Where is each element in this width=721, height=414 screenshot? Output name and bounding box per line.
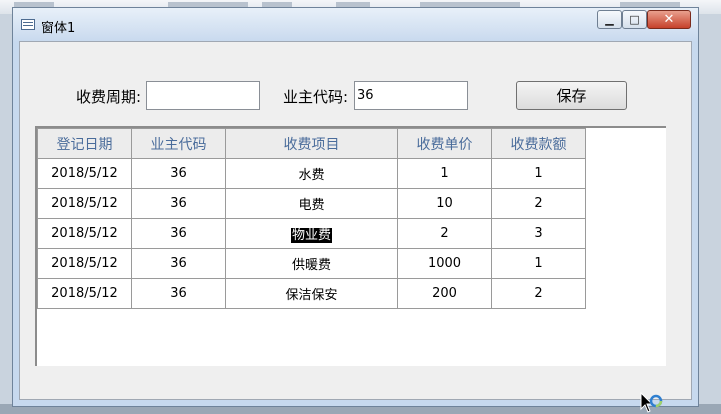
- minimize-button[interactable]: ▁: [597, 10, 622, 29]
- column-header-item[interactable]: 收费项目: [225, 128, 398, 159]
- column-header-date[interactable]: 登记日期: [37, 128, 132, 159]
- period-input[interactable]: [146, 81, 260, 110]
- save-button[interactable]: 保存: [516, 81, 627, 110]
- fee-datasheet[interactable]: 登记日期 业主代码 收费项目 收费单价 收费款额 2018/5/12 36 水费…: [35, 126, 666, 366]
- cell-date[interactable]: 2018/5/12: [37, 158, 132, 189]
- selected-text: 物业费: [290, 228, 332, 243]
- cell-owner-code[interactable]: 36: [131, 218, 226, 249]
- cell-date[interactable]: 2018/5/12: [37, 248, 132, 279]
- owner-code-label: 业主代码:: [283, 88, 349, 106]
- cell-date[interactable]: 2018/5/12: [37, 218, 132, 249]
- cell-amount[interactable]: 1: [491, 158, 586, 189]
- title-bar[interactable]: 窗体1 ▁ □ ✕: [13, 8, 698, 42]
- form-icon: [21, 19, 35, 30]
- cell-amount[interactable]: 2: [491, 278, 586, 309]
- table-header-row: 登记日期 业主代码 收费项目 收费单价 收费款额: [37, 128, 586, 159]
- owner-code-input[interactable]: [354, 81, 468, 110]
- cell-amount[interactable]: 1: [491, 248, 586, 279]
- cell-unit-price[interactable]: 10: [397, 188, 492, 219]
- cell-unit-price[interactable]: 200: [397, 278, 492, 309]
- cell-item-selected[interactable]: 物业费: [225, 218, 398, 249]
- form-window: 窗体1 ▁ □ ✕ 收费周期: 业主代码: 保存 登记日期 业主代码 收费项目: [12, 7, 699, 407]
- cell-amount[interactable]: 2: [491, 188, 586, 219]
- fee-table: 登记日期 业主代码 收费项目 收费单价 收费款额 2018/5/12 36 水费…: [37, 128, 586, 309]
- cell-item[interactable]: 水费: [225, 158, 398, 189]
- busy-cursor-icon: [640, 392, 663, 413]
- maximize-button[interactable]: □: [622, 10, 647, 29]
- maximize-icon: □: [629, 13, 640, 26]
- column-header-unit-price[interactable]: 收费单价: [397, 128, 492, 159]
- table-row[interactable]: 2018/5/12 36 物业费 2 3: [37, 218, 586, 249]
- cell-item[interactable]: 供暖费: [225, 248, 398, 279]
- cell-owner-code[interactable]: 36: [131, 278, 226, 309]
- table-row[interactable]: 2018/5/12 36 供暖费 1000 1: [37, 248, 586, 279]
- column-header-owner-code[interactable]: 业主代码: [131, 128, 226, 159]
- cell-date[interactable]: 2018/5/12: [37, 188, 132, 219]
- period-label: 收费周期:: [76, 88, 142, 106]
- close-icon: ✕: [663, 12, 675, 27]
- table-row[interactable]: 2018/5/12 36 水费 1 1: [37, 158, 586, 189]
- cell-owner-code[interactable]: 36: [131, 158, 226, 189]
- window-title: 窗体1: [41, 21, 76, 36]
- table-row[interactable]: 2018/5/12 36 电费 10 2: [37, 188, 586, 219]
- cell-date[interactable]: 2018/5/12: [37, 278, 132, 309]
- cell-unit-price[interactable]: 1: [397, 158, 492, 189]
- table-row[interactable]: 2018/5/12 36 保洁保安 200 2: [37, 278, 586, 309]
- form-body: 收费周期: 业主代码: 保存 登记日期 业主代码 收费项目 收费单价 收费款额: [19, 41, 692, 400]
- cell-unit-price[interactable]: 2: [397, 218, 492, 249]
- background-app-right-panel: [699, 14, 721, 414]
- close-button[interactable]: ✕: [647, 10, 691, 29]
- background-app-left-panel: [0, 14, 12, 414]
- cell-owner-code[interactable]: 36: [131, 188, 226, 219]
- cell-owner-code[interactable]: 36: [131, 248, 226, 279]
- cell-item[interactable]: 保洁保安: [225, 278, 398, 309]
- cell-unit-price[interactable]: 1000: [397, 248, 492, 279]
- cell-item[interactable]: 电费: [225, 188, 398, 219]
- column-header-amount[interactable]: 收费款额: [491, 128, 586, 159]
- cell-amount[interactable]: 3: [491, 218, 586, 249]
- minimize-icon: ▁: [605, 13, 614, 26]
